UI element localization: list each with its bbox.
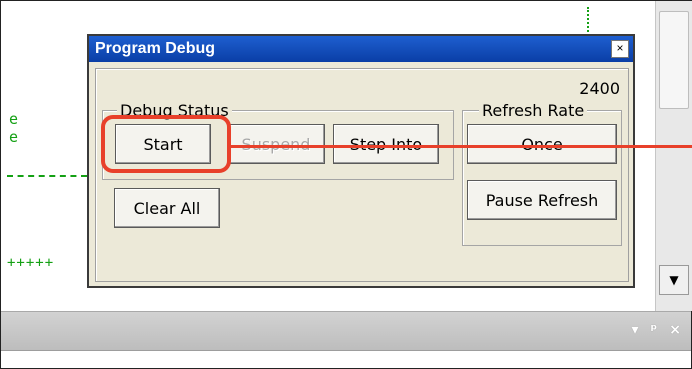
vertical-scrollbar[interactable]: ▼ xyxy=(655,1,692,311)
once-button[interactable]: Once xyxy=(467,124,617,164)
step-into-button[interactable]: Step Into xyxy=(333,124,439,164)
dialog-body: 2400 Debug Status Start Suspend Step Int… xyxy=(95,68,629,282)
code-separator xyxy=(7,175,87,177)
editor-area: e e +++++ ▼ ▾ ᵖ × Program Debug × 2400 D… xyxy=(0,0,692,369)
clear-all-button[interactable]: Clear All xyxy=(114,188,220,228)
close-icon[interactable]: × xyxy=(669,322,681,338)
refresh-rate-group: Refresh Rate Once Pause Refresh xyxy=(462,101,622,246)
refresh-rate-label: Refresh Rate xyxy=(479,101,588,120)
suspend-button[interactable]: Suspend xyxy=(227,124,325,164)
code-line: e xyxy=(9,128,19,146)
counter-value: 2400 xyxy=(579,79,620,98)
chevron-down-icon[interactable]: ▾ xyxy=(632,322,639,338)
chevron-down-icon[interactable]: ▼ xyxy=(659,265,689,295)
panel-title-bar: ▾ ᵖ × xyxy=(1,311,691,351)
panel-controls: ▾ ᵖ × xyxy=(632,322,681,338)
dialog-title: Program Debug xyxy=(95,40,216,57)
start-button-highlight xyxy=(101,115,231,173)
dialog-title-bar[interactable]: Program Debug × xyxy=(89,36,633,62)
pin-icon[interactable]: ᵖ xyxy=(651,322,658,338)
scrollbar-thumb[interactable] xyxy=(659,11,689,109)
code-line: +++++ xyxy=(7,255,55,271)
callout-line xyxy=(229,145,692,148)
pause-refresh-button[interactable]: Pause Refresh xyxy=(467,180,617,220)
close-icon[interactable]: × xyxy=(611,40,629,58)
code-line: e xyxy=(9,110,19,128)
